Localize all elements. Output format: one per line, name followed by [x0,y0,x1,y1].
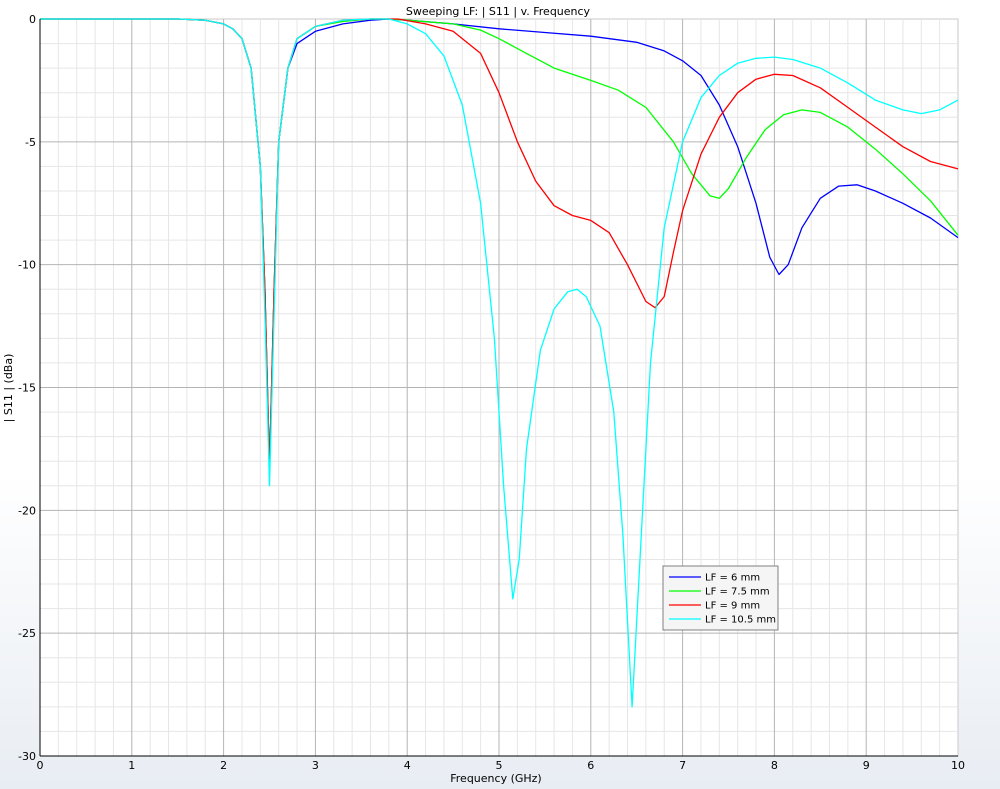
legend-entry-label: LF = 7.5 mm [705,587,770,598]
y-tick-label: -10 [18,259,36,272]
chart-svg: 0 1 2 3 4 5 6 7 8 9 10 0 -5 -10 -15 -20 -25 -30 Sweeping … [2,5,965,785]
x-tick-label: 6 [587,759,594,772]
legend: LF = 6 mm LF = 7.5 mm LF = 9 mm LF = 10.5 m… [662,565,779,631]
x-tick-label: 9 [863,759,870,772]
legend-entry-label: LF = 10.5 mm [705,615,776,626]
legend-entry-label: LF = 9 mm [705,601,760,612]
chart-title: Sweeping LF: | S11 | v. Frequency [406,5,591,18]
y-tick-label: -5 [25,136,36,149]
x-tick-label: 4 [404,759,411,772]
y-tick-label: -30 [18,750,36,763]
x-tick-label: 5 [496,759,503,772]
y-tick-label: 0 [29,13,36,26]
x-tick-label: 0 [37,759,44,772]
x-tick-label: 7 [679,759,686,772]
y-tick-label: -20 [18,504,36,517]
y-axis-label: | S11 | (dBa) [2,354,15,423]
y-tick-label: -25 [18,627,36,640]
legend-entry-label: LF = 6 mm [705,573,760,584]
x-tick-label: 2 [220,759,227,772]
x-tick-label: 1 [128,759,135,772]
x-axis-label: Frequency (GHz) [450,772,541,785]
y-tick-label: -15 [18,382,36,395]
x-tick-label: 3 [312,759,319,772]
x-tick-label: 10 [951,759,965,772]
x-tick-label: 8 [771,759,778,772]
